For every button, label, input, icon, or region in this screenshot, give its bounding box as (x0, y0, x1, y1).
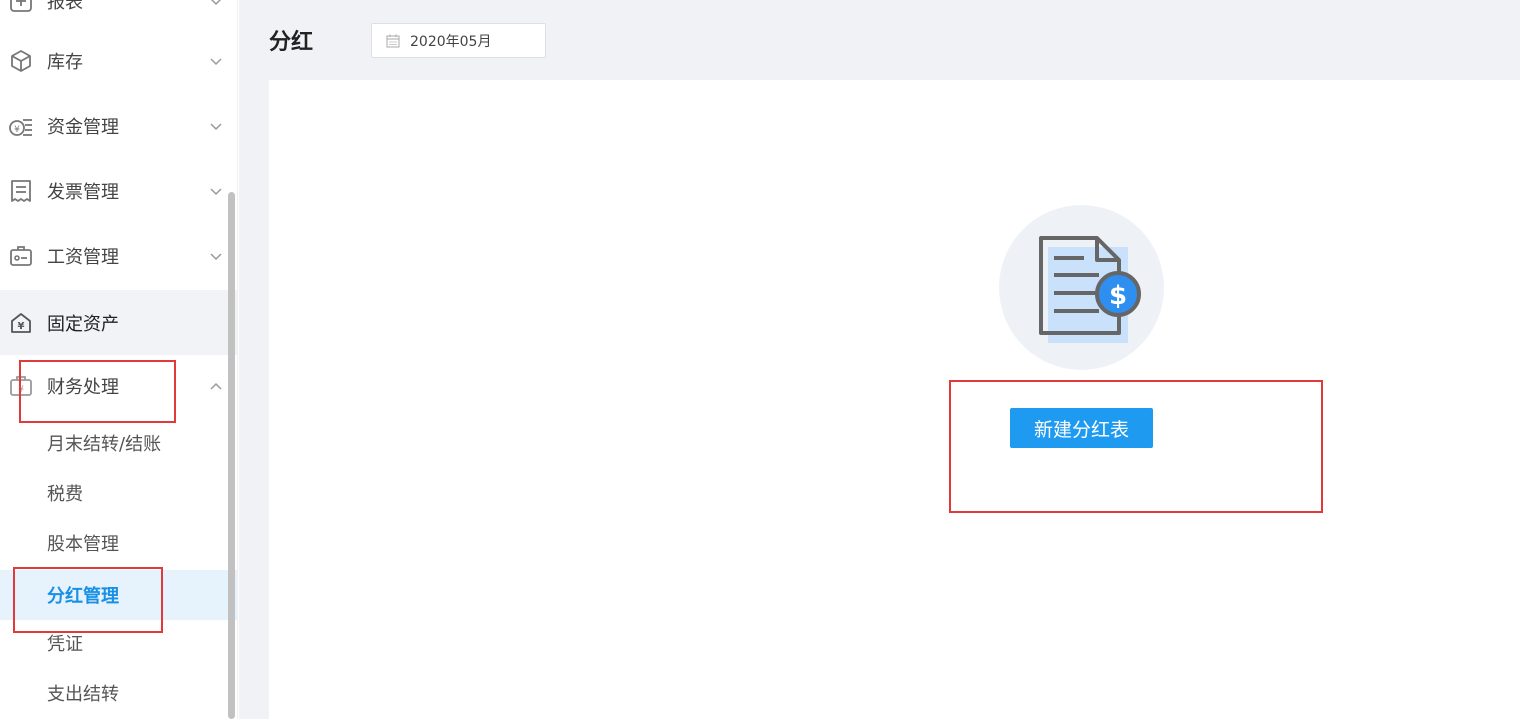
svg-text:¥: ¥ (18, 321, 25, 332)
sidebar-item-label: 报表 (47, 0, 83, 13)
sidebar-subitem-dividends[interactable]: 分红管理 (0, 570, 237, 620)
sidebar-item-label: 工资管理 (47, 246, 119, 268)
chevron-down-icon (208, 248, 224, 264)
sidebar-subitem-label: 分红管理 (47, 586, 119, 607)
sidebar-subitem-vouchers[interactable]: 凭证 (0, 618, 237, 668)
svg-text:$: $ (1109, 281, 1127, 311)
sidebar-subitem-label: 股本管理 (47, 534, 119, 555)
box-icon (8, 48, 34, 74)
sidebar-scrollbar[interactable] (228, 192, 235, 719)
svg-text:¥: ¥ (14, 125, 20, 135)
sidebar-item-label: 固定资产 (47, 313, 119, 335)
page-title: 分红 (269, 30, 314, 55)
empty-state-illustration: $ (999, 205, 1164, 370)
page-header: 分红 2020年05月 (239, 0, 1520, 80)
chevron-down-icon (208, 183, 224, 199)
month-picker[interactable]: 2020年05月 (371, 23, 546, 58)
dividend-document-icon: $ (1039, 236, 1141, 343)
sidebar-item-funds[interactable]: ¥ 资金管理 (0, 93, 237, 158)
sidebar-subitem-label: 月末结转/结账 (47, 434, 162, 455)
chevron-down-icon (208, 0, 224, 9)
invoice-icon (8, 178, 34, 204)
sidebar-item-fixed-assets[interactable]: ¥ 固定资产 (0, 290, 237, 355)
sidebar-subitem-label: 凭证 (47, 634, 83, 655)
sidebar-item-inventory[interactable]: 库存 (0, 28, 237, 93)
house-yen-icon: ¥ (8, 310, 34, 336)
chevron-down-icon (208, 53, 224, 69)
money-icon: ¥ (8, 113, 34, 139)
report-icon (8, 0, 34, 14)
month-picker-value: 2020年05月 (410, 33, 492, 50)
sidebar-item-label: 财务处理 (47, 376, 119, 398)
create-dividend-table-button[interactable]: 新建分红表 (1010, 408, 1153, 448)
sidebar-subitem-month-end-close[interactable]: 月末结转/结账 (0, 418, 237, 468)
salary-icon (8, 243, 34, 269)
svg-text:¥: ¥ (18, 385, 24, 395)
sidebar-subitem-taxes[interactable]: 税费 (0, 468, 237, 518)
main-content (269, 80, 1520, 719)
calendar-icon (386, 34, 400, 48)
sidebar-item-label: 发票管理 (47, 181, 119, 203)
chevron-down-icon (208, 118, 224, 134)
sidebar-subitem-label: 税费 (47, 484, 83, 505)
content-gutter (239, 80, 269, 719)
sidebar-item-invoices[interactable]: 发票管理 (0, 158, 237, 223)
sidebar-item-label: 资金管理 (47, 116, 119, 138)
sidebar-subitem-expense-transfer[interactable]: 支出结转 (0, 668, 237, 718)
chevron-up-icon (208, 378, 224, 394)
finance-icon: ¥ (8, 373, 34, 399)
sidebar-subitem-equity[interactable]: 股本管理 (0, 518, 237, 568)
sidebar-item-finance[interactable]: ¥ 财务处理 (0, 353, 237, 418)
sidebar: 报表 库存 ¥ 资金管理 发票管理 工资管理 ¥ 固定资产 ¥ 财务处理 月末结… (0, 0, 238, 719)
sidebar-subitem-label: 支出结转 (47, 684, 119, 705)
sidebar-item-label: 库存 (47, 51, 83, 73)
sidebar-item-salary[interactable]: 工资管理 (0, 223, 237, 288)
